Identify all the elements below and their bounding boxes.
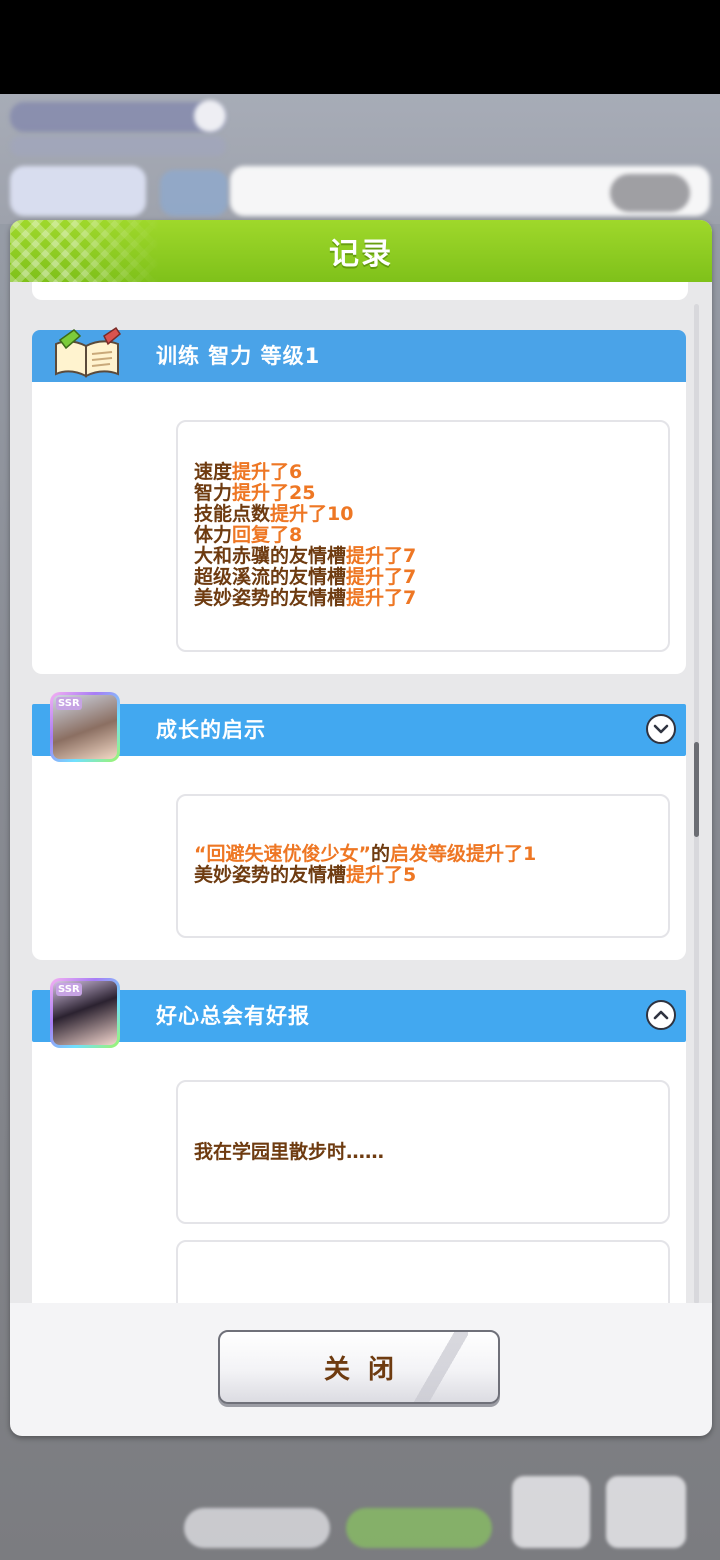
background-log-button: [512, 1476, 590, 1548]
stat-line: 技能点数提升了10: [194, 503, 354, 525]
support-card-avatar: SSR: [50, 978, 120, 1048]
chevron-up-icon[interactable]: [646, 1000, 676, 1030]
background-menu-button: [606, 1476, 686, 1548]
rarity-badge: SSR: [56, 983, 82, 996]
stat-line: 体力回复了8: [194, 524, 303, 546]
stat-line: 智力提升了25: [194, 482, 316, 504]
entry-detail-box: “回避失速优俊少女”的启发等级提升了1 美妙姿势的友情槽提升了5: [176, 794, 670, 938]
stat-line: 大和赤骥的友情槽提升了7: [194, 545, 417, 567]
record-entry-event: 好心总会有好报 SSR 我在学园里散步时……: [32, 978, 686, 1303]
character-portrait: SSR: [53, 981, 117, 1045]
record-list[interactable]: 训练 智力 等级1 速度提升了6 智力提升了25 技能点数提升了10 体力回复了…: [10, 282, 712, 1303]
background-training-panel: [0, 94, 720, 224]
status-bar: [0, 0, 720, 94]
rarity-badge: SSR: [56, 697, 82, 710]
close-button-wrap: 关闭: [218, 1330, 502, 1406]
stat-change-list: 速度提升了6 智力提升了25 技能点数提升了10 体力回复了8 大和赤骥的友情槽…: [194, 462, 416, 609]
record-entry-event: 成长的启示 SSR “回避失速优俊少女”的启发等级提升了1 美妙姿势的友情槽提升…: [32, 692, 686, 960]
hint-line: “回避失速优俊少女”的启发等级提升了1: [194, 843, 537, 865]
background-auto-button: [184, 1508, 330, 1548]
entry-detail-box: 速度提升了6 智力提升了25 技能点数提升了10 体力回复了8 大和赤骥的友情槽…: [176, 420, 670, 652]
stat-line: 超级溪流的友情槽提升了7: [194, 566, 417, 588]
entry-header: 训练 智力 等级1: [32, 326, 686, 382]
stat-line: 速度提升了6: [194, 461, 303, 483]
event-result-list: “回避失速优俊少女”的启发等级提升了1 美妙姿势的友情槽提升了5: [194, 844, 536, 886]
background-green-button: [346, 1508, 492, 1548]
previous-entry-edge: [32, 282, 688, 300]
entry-header[interactable]: 好心总会有好报: [32, 990, 686, 1042]
button-stripe: [408, 1332, 468, 1402]
entry-title: 好心总会有好报: [156, 1004, 310, 1028]
stat-line: 美妙姿势的友情槽提升了7: [194, 587, 417, 609]
chevron-down-icon[interactable]: [646, 714, 676, 744]
event-text-box: 我在学园里散步时……: [176, 1080, 670, 1224]
character-portrait: SSR: [53, 695, 117, 759]
event-choice-box: [176, 1240, 670, 1303]
event-text: 我在学园里散步时……: [194, 1141, 385, 1163]
support-card-avatar: SSR: [50, 692, 120, 762]
entry-title: 训练 智力 等级1: [156, 344, 321, 368]
dialog-header: 记录: [10, 220, 712, 282]
book-quill-icon: [55, 326, 121, 378]
record-entry-training: 训练 智力 等级1 速度提升了6 智力提升了25 技能点数提升了10 体力回复了…: [32, 326, 686, 674]
bond-line: 美妙姿势的友情槽提升了5: [194, 864, 417, 886]
close-button[interactable]: 关闭: [218, 1330, 500, 1404]
close-button-label: 关闭: [323, 1354, 412, 1385]
header-pattern: [10, 220, 160, 282]
entry-header[interactable]: 成长的启示: [32, 704, 686, 756]
dialog-title: 记录: [329, 237, 393, 272]
entry-title: 成长的启示: [156, 718, 266, 742]
record-dialog: 记录 训练 智力 等级1 速度提升了6 智力提升了25 技能点数提升了10 体力…: [10, 220, 712, 1436]
scrollbar-thumb[interactable]: [694, 742, 699, 837]
